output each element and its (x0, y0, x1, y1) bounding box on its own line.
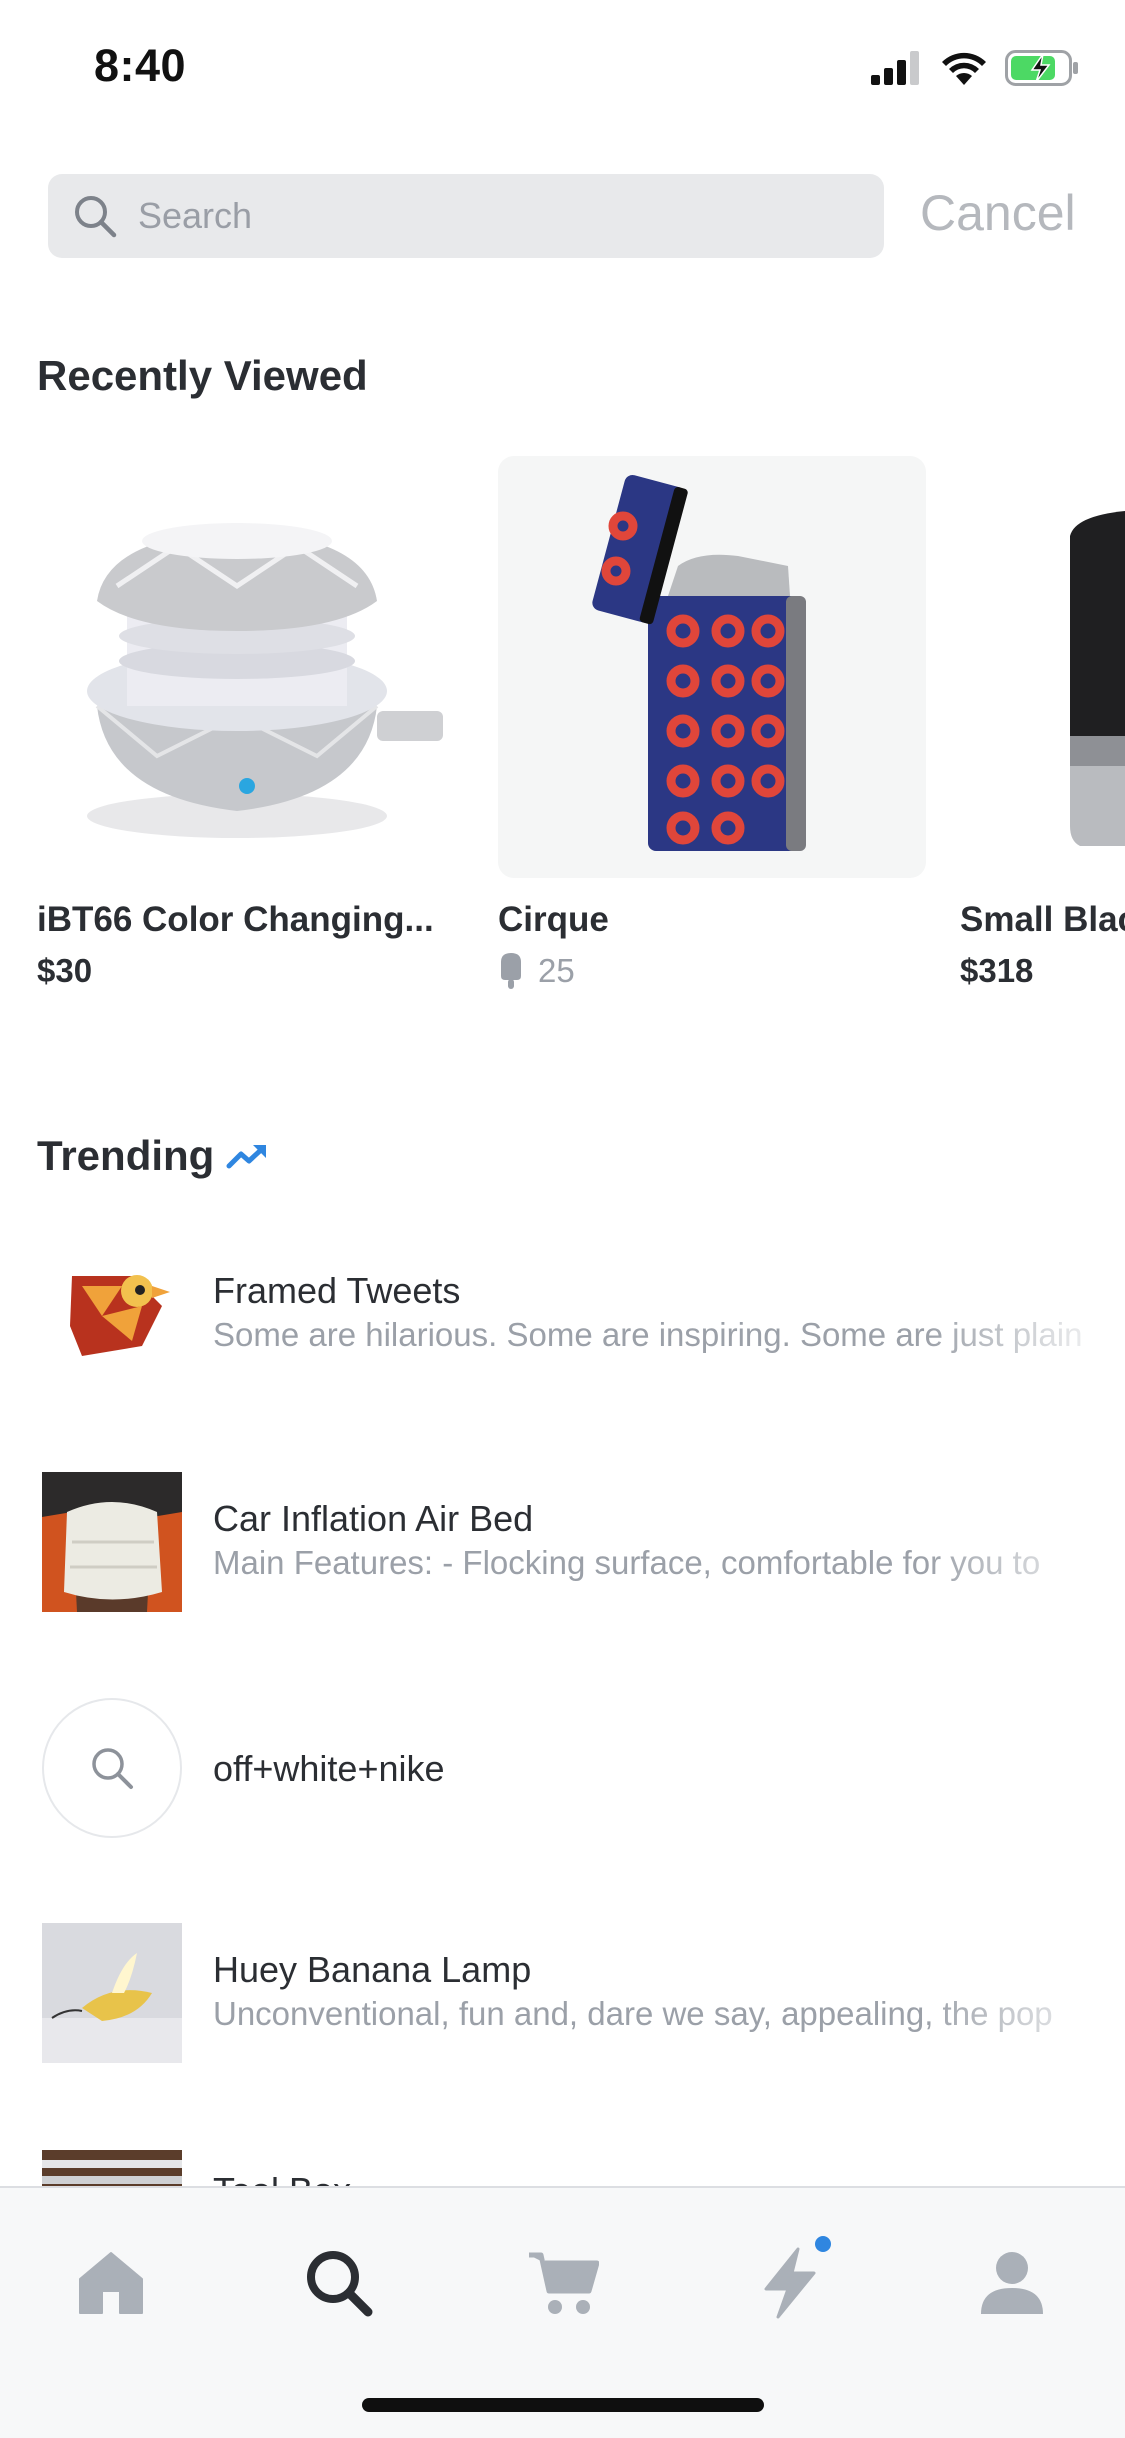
popsicle-icon (501, 953, 521, 989)
trending-up-icon (226, 1145, 267, 1169)
trending-thumbnail (42, 1472, 182, 1612)
cellular-signal-icon (871, 51, 919, 85)
trending-thumbnail (42, 1923, 182, 2063)
trending-item[interactable]: Huey Banana Lamp Unconventional, fun and… (0, 1923, 1125, 2083)
status-icons (871, 48, 1079, 88)
trending-item[interactable]: Car Inflation Air Bed Main Features: - F… (0, 1472, 1125, 1632)
search-suggestion-circle (42, 1698, 182, 1838)
product-title[interactable]: Small Black (960, 900, 1125, 940)
home-indicator (362, 2398, 764, 2412)
air-bed-image (42, 1472, 182, 1612)
tab-search[interactable] (284, 2228, 394, 2338)
trending-header: Trending (37, 1132, 268, 1180)
trending-item-description: Unconventional, fun and, dare we say, ap… (213, 1995, 1053, 2032)
product-image-speaker[interactable] (37, 456, 465, 878)
trending-thumbnail (42, 1236, 182, 1376)
trending-item-title: Tool Box (213, 2170, 351, 2186)
tab-profile[interactable] (957, 2228, 1067, 2338)
lightning-icon (764, 2247, 816, 2319)
trending-item-title: Framed Tweets (213, 1270, 461, 1311)
cart-icon (529, 2252, 599, 2314)
product-count: 25 (538, 952, 575, 989)
home-icon (79, 2252, 143, 2314)
bird-logo-icon (42, 1236, 182, 1376)
product-title[interactable]: Cirque (498, 900, 928, 940)
trending-item-description: Some are hilarious. Some are inspiring. … (213, 1316, 1083, 1353)
battery-charging-icon (1005, 50, 1078, 86)
product-price: $30 (37, 952, 93, 989)
recently-viewed-card[interactable] (498, 456, 926, 878)
wifi-icon (942, 52, 986, 85)
product-stats: 25 (498, 952, 575, 990)
trending-item-description: Main Features: - Flocking surface, comfo… (213, 1544, 1041, 1581)
banana-lamp-image (42, 1923, 182, 2063)
trending-search-term: off+white+nike (213, 1748, 445, 1789)
product-title[interactable]: iBT66 Color Changing... (37, 900, 467, 940)
profile-icon (981, 2252, 1043, 2314)
search-input[interactable] (136, 194, 840, 238)
trending-title: Trending (37, 1132, 215, 1179)
search-icon (75, 196, 117, 238)
trending-search-item[interactable]: off+white+nike (0, 1698, 1125, 1858)
product-image-lighter[interactable] (498, 456, 926, 878)
status-time: 8:40 (94, 40, 187, 91)
tab-home[interactable] (56, 2228, 166, 2338)
cancel-button[interactable]: Cancel (920, 184, 1076, 242)
product-price: $318 (960, 952, 1034, 989)
trending-item-title: Car Inflation Air Bed (213, 1498, 534, 1539)
product-image-flask (1070, 511, 1125, 846)
trending-thumbnail (42, 2150, 182, 2186)
tab-cart[interactable] (508, 2228, 618, 2338)
trending-item[interactable]: Tool Box (0, 2150, 1125, 2186)
recently-viewed-title: Recently Viewed (37, 352, 368, 399)
search-icon (92, 1748, 133, 1789)
notification-dot (815, 2236, 831, 2252)
trending-item-title: Huey Banana Lamp (213, 1949, 532, 1990)
tool-box-image (42, 2150, 182, 2186)
search-bar[interactable] (48, 174, 884, 258)
lighter-image (592, 475, 806, 851)
tab-activity[interactable] (735, 2228, 845, 2338)
search-icon (307, 2251, 373, 2317)
trending-item[interactable]: Framed Tweets Some are hilarious. Some a… (0, 1236, 1125, 1396)
recently-viewed-card[interactable] (37, 456, 465, 878)
recently-viewed-card[interactable] (960, 456, 1125, 878)
speaker-image (87, 523, 443, 838)
